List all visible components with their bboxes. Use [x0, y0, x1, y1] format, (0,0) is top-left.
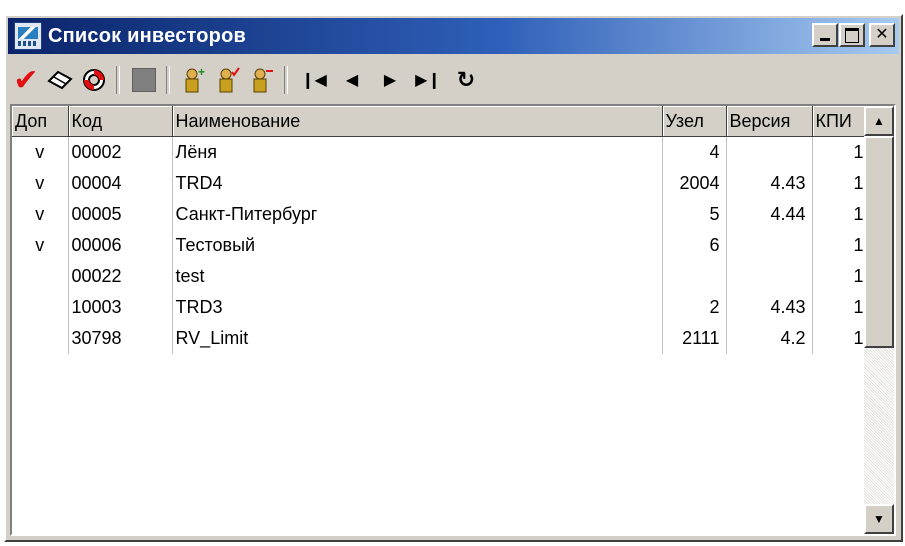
cell-version[interactable]: 4.43: [726, 292, 813, 323]
cell-kpi[interactable]: 1: [812, 168, 871, 199]
check-mark-icon[interactable]: ✔: [10, 64, 42, 97]
cell-name[interactable]: TRD3: [172, 292, 663, 323]
column-header-kpi[interactable]: КПИ: [812, 106, 871, 137]
cell-kpi[interactable]: 1: [812, 292, 871, 323]
toolbar: ✔ + ❙◀ ◀ ▶ ▶❙ ↻: [8, 60, 899, 100]
last-record-icon[interactable]: ▶❙: [410, 64, 446, 96]
vertical-scrollbar[interactable]: ▲ ▼: [864, 106, 894, 534]
cell-version[interactable]: 4.44: [726, 199, 813, 230]
refresh-icon[interactable]: ↻: [448, 64, 484, 96]
cell-name[interactable]: TRD4: [172, 168, 663, 199]
column-header-version[interactable]: Версия: [726, 106, 813, 137]
minimize-icon: [820, 38, 830, 41]
scroll-down-button[interactable]: ▼: [864, 504, 894, 534]
table-row[interactable]: 00022 test 1: [12, 261, 871, 292]
cell-code[interactable]: 00006: [68, 230, 173, 261]
table-row[interactable]: 30798 RV_Limit 2111 4.2 1: [12, 323, 871, 354]
cell-name[interactable]: Санкт-Питербург: [172, 199, 663, 230]
table-row[interactable]: v 00004 TRD4 2004 4.43 1: [12, 168, 871, 199]
scroll-thumb[interactable]: [864, 136, 894, 348]
title-bar[interactable]: Список инвесторов ✕: [8, 18, 899, 54]
column-header-node[interactable]: Узел: [662, 106, 727, 137]
stop-square-shape: [132, 68, 156, 92]
cell-version[interactable]: 4.2: [726, 323, 813, 354]
window-title: Список инвесторов: [48, 24, 246, 47]
investors-grid[interactable]: Доп Код Наименование Узел Версия КПИ v 0…: [10, 104, 896, 536]
cell-dop[interactable]: [12, 323, 69, 354]
header-row: Доп Код Наименование Узел Версия КПИ: [12, 106, 871, 137]
cell-kpi[interactable]: 1: [812, 261, 871, 292]
lifebuoy-icon[interactable]: [78, 64, 110, 96]
cell-name[interactable]: Тестовый: [172, 230, 663, 261]
investors-table: Доп Код Наименование Узел Версия КПИ v 0…: [12, 106, 871, 354]
cell-dop[interactable]: v: [12, 230, 69, 261]
cell-node[interactable]: 2111: [662, 323, 727, 354]
cell-node[interactable]: 2004: [662, 168, 727, 199]
cell-kpi[interactable]: 1: [812, 136, 871, 168]
cell-name[interactable]: Лёня: [172, 136, 663, 168]
cell-code[interactable]: 00004: [68, 168, 173, 199]
cell-version[interactable]: [726, 230, 813, 261]
cell-code[interactable]: 00002: [68, 136, 173, 168]
maximize-icon: [845, 28, 859, 43]
prev-record-icon[interactable]: ◀: [334, 64, 370, 96]
cell-code[interactable]: 00005: [68, 199, 173, 230]
cell-node[interactable]: 5: [662, 199, 727, 230]
next-record-icon[interactable]: ▶: [372, 64, 408, 96]
table-row[interactable]: v 00006 Тестовый 6 1: [12, 230, 871, 261]
stop-square-icon[interactable]: [128, 64, 160, 96]
cell-dop[interactable]: v: [12, 136, 69, 168]
cell-dop[interactable]: [12, 261, 69, 292]
user-add-icon[interactable]: +: [178, 64, 210, 96]
cell-name[interactable]: RV_Limit: [172, 323, 663, 354]
cell-version[interactable]: [726, 261, 813, 292]
toolbar-separator: [284, 66, 288, 94]
cell-kpi[interactable]: 1: [812, 199, 871, 230]
scroll-up-button[interactable]: ▲: [864, 106, 894, 136]
table-row[interactable]: 10003 TRD3 2 4.43 1: [12, 292, 871, 323]
arrow-down-icon: ▼: [873, 512, 885, 526]
user-check-icon[interactable]: [212, 64, 244, 96]
cell-dop[interactable]: [12, 292, 69, 323]
eraser-icon[interactable]: [44, 64, 76, 96]
first-record-icon[interactable]: ❙◀: [296, 64, 332, 96]
investors-window: Список инвесторов ✕ ✔ + ❙◀ ◀ ▶ ▶❙ ↻ Доп …: [4, 14, 903, 542]
table-row[interactable]: v 00002 Лёня 4 1: [12, 136, 871, 168]
cell-code[interactable]: 00022: [68, 261, 173, 292]
cell-node[interactable]: [662, 261, 727, 292]
cell-kpi[interactable]: 1: [812, 230, 871, 261]
maximize-button[interactable]: [839, 23, 865, 47]
close-button[interactable]: ✕: [869, 23, 895, 47]
toolbar-separator: [116, 66, 120, 94]
arrow-up-icon: ▲: [873, 114, 885, 128]
toolbar-separator: [166, 66, 170, 94]
cell-node[interactable]: 4: [662, 136, 727, 168]
window-controls: ✕: [811, 23, 895, 47]
svg-text:+: +: [198, 66, 205, 79]
column-header-dop[interactable]: Доп: [12, 106, 69, 137]
cell-kpi[interactable]: 1: [812, 323, 871, 354]
minimize-button[interactable]: [812, 23, 838, 47]
cell-code[interactable]: 30798: [68, 323, 173, 354]
cell-dop[interactable]: v: [12, 199, 69, 230]
column-header-name[interactable]: Наименование: [172, 106, 663, 137]
app-icon[interactable]: [14, 22, 42, 50]
cell-node[interactable]: 2: [662, 292, 727, 323]
cell-version[interactable]: [726, 136, 813, 168]
table-row[interactable]: v 00005 Санкт-Питербург 5 4.44 1: [12, 199, 871, 230]
user-remove-icon[interactable]: [246, 64, 278, 96]
cell-node[interactable]: 6: [662, 230, 727, 261]
close-icon: ✕: [875, 26, 889, 43]
cell-version[interactable]: 4.43: [726, 168, 813, 199]
cell-dop[interactable]: v: [12, 168, 69, 199]
column-header-code[interactable]: Код: [68, 106, 173, 137]
cell-name[interactable]: test: [172, 261, 663, 292]
cell-code[interactable]: 10003: [68, 292, 173, 323]
